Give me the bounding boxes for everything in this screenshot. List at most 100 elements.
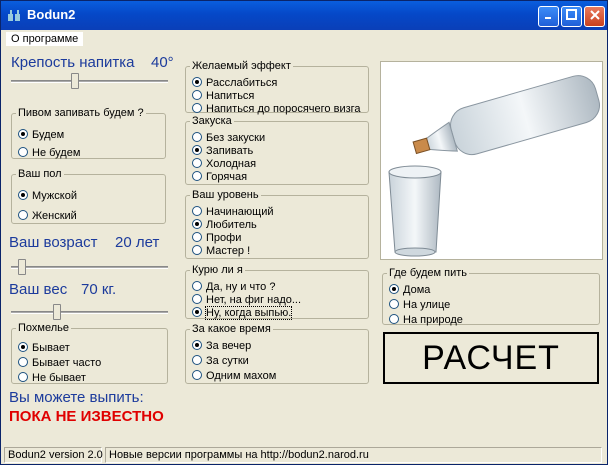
effect-option-drunk[interactable]: Напиться: [192, 90, 254, 103]
age-label: Ваш возраст: [9, 234, 98, 251]
minimize-button[interactable]: [538, 6, 559, 27]
beer-option-yes[interactable]: Будем: [18, 129, 64, 142]
time-legend: За какое время: [192, 323, 271, 335]
snack-option-hot[interactable]: Горячая: [192, 171, 247, 184]
radio-icon: [18, 210, 28, 220]
radio-icon: [192, 103, 202, 113]
minimize-icon: [544, 17, 551, 19]
radio-label: Напиться: [206, 90, 255, 102]
time-option-day[interactable]: За сутки: [192, 355, 249, 368]
status-message: Новые версии программы на http://bodun2.…: [105, 447, 602, 463]
hangover-option-never[interactable]: Не бывает: [18, 372, 86, 385]
weight-slider[interactable]: [11, 303, 168, 321]
hangover-option-sometimes[interactable]: Бывает: [18, 342, 70, 355]
level-legend: Ваш уровень: [192, 189, 259, 201]
radio-label: Напиться до поросячего визга: [206, 103, 361, 115]
snack-option-cold[interactable]: Холодная: [192, 158, 256, 171]
radio-icon: [192, 206, 202, 216]
time-option-one-gulp[interactable]: Одним махом: [192, 370, 276, 383]
snack-group: Закуска Без закуски Запивать Холодная Го…: [185, 115, 369, 185]
beer-option-no[interactable]: Не будем: [18, 147, 80, 160]
smoke-option-yes[interactable]: Да, ну и что ?: [192, 281, 275, 294]
effect-legend: Желаемый эффект: [192, 60, 291, 72]
radio-icon: [192, 355, 202, 365]
radio-selected-icon: [192, 219, 202, 229]
radio-selected-icon: [389, 284, 399, 294]
level-option-master[interactable]: Мастер !: [192, 245, 250, 258]
smoke-option-no[interactable]: Нет, на фиг надо...: [192, 294, 301, 307]
level-group: Ваш уровень Начинающий Любитель Профи Ма…: [185, 189, 369, 259]
result-label: Вы можете выпить:: [9, 389, 144, 406]
radio-label: За вечер: [206, 340, 252, 352]
radio-icon: [192, 90, 202, 100]
close-button[interactable]: [584, 6, 605, 27]
radio-label: Любитель: [206, 219, 257, 231]
calculate-button[interactable]: РАСЧЕТ: [383, 332, 599, 384]
radio-label: Одним махом: [206, 370, 277, 382]
slider-thumb[interactable]: [18, 259, 26, 275]
menu-item-about[interactable]: О программе: [6, 32, 84, 46]
radio-label: Профи: [206, 232, 242, 244]
radio-label: За сутки: [206, 355, 249, 367]
radio-label: Холодная: [206, 158, 257, 170]
maximize-button[interactable]: [561, 6, 582, 27]
radio-icon: [389, 299, 399, 309]
smoke-legend: Курю ли я: [192, 264, 243, 276]
snack-option-wash[interactable]: Запивать: [192, 145, 253, 158]
age-value: 20 лет: [115, 234, 160, 251]
radio-icon: [192, 245, 202, 255]
maximize-icon: [566, 9, 577, 20]
snack-legend: Закуска: [192, 115, 232, 127]
bottle-and-glass-illustration: [388, 75, 600, 257]
radio-label: Не бывает: [32, 372, 86, 384]
radio-icon: [18, 147, 28, 157]
radio-icon: [192, 158, 202, 168]
place-legend: Где будем пить: [389, 267, 468, 279]
radio-label: Нет, на фиг надо...: [206, 294, 302, 306]
radio-icon: [18, 372, 28, 382]
radio-label: На улице: [403, 299, 451, 311]
gender-option-female[interactable]: Женский: [18, 210, 77, 223]
radio-icon: [192, 171, 202, 181]
radio-selected-icon: [192, 145, 202, 155]
radio-icon: [389, 314, 399, 324]
beer-group: Пивом запивать будем ? Будем Не будем: [11, 107, 166, 159]
title-bar[interactable]: Bodun2: [1, 1, 607, 30]
window-title: Bodun2: [27, 7, 76, 22]
menu-bar: О программе: [4, 30, 604, 49]
effect-option-relax[interactable]: Расслабиться: [192, 77, 277, 90]
level-option-pro[interactable]: Профи: [192, 232, 241, 245]
level-option-beginner[interactable]: Начинающий: [192, 206, 273, 219]
strength-value: 40°: [151, 54, 174, 71]
gender-legend: Ваш пол: [18, 168, 62, 180]
radio-label: На природе: [403, 314, 463, 326]
bottle-image: [380, 61, 603, 260]
time-option-evening[interactable]: За вечер: [192, 340, 251, 353]
slider-track: [11, 311, 168, 314]
radio-label: Начинающий: [206, 206, 274, 218]
slider-thumb[interactable]: [53, 304, 61, 320]
slider-track: [11, 80, 168, 83]
place-option-street[interactable]: На улице: [389, 299, 450, 312]
place-option-home[interactable]: Дома: [389, 284, 430, 297]
radio-label: Мастер !: [206, 245, 251, 257]
effect-group: Желаемый эффект Расслабиться Напиться На…: [185, 60, 369, 115]
level-option-amateur[interactable]: Любитель: [192, 219, 257, 232]
radio-icon: [192, 232, 202, 242]
radio-icon: [192, 132, 202, 142]
radio-selected-icon: [192, 340, 202, 350]
place-option-nature[interactable]: На природе: [389, 314, 463, 327]
status-version: Bodun2 version 2.0: [4, 447, 103, 463]
radio-label: Будем: [32, 129, 65, 141]
radio-selected-icon: [192, 307, 202, 317]
slider-thumb[interactable]: [71, 73, 79, 89]
hangover-option-often[interactable]: Бывает часто: [18, 357, 101, 370]
radio-selected-icon: [18, 129, 28, 139]
smoke-option-when-drinking[interactable]: Ну, когда выпью.: [192, 306, 293, 320]
gender-option-male[interactable]: Мужской: [18, 190, 77, 203]
snack-option-none[interactable]: Без закуски: [192, 132, 265, 145]
age-slider[interactable]: [11, 258, 168, 276]
radio-selected-icon: [18, 190, 28, 200]
strength-slider[interactable]: [11, 72, 168, 90]
radio-label: Горячая: [206, 171, 248, 183]
